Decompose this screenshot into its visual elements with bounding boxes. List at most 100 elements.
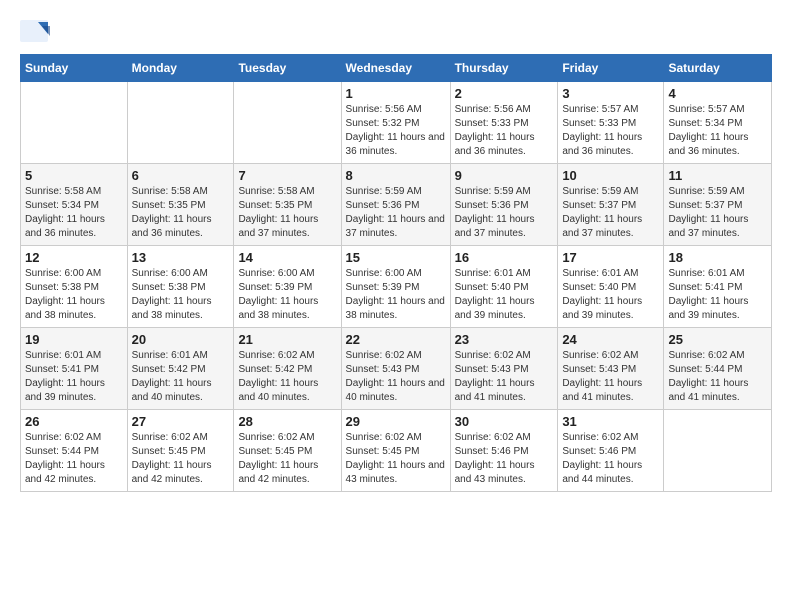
day-info-line: Sunrise: 5:57 AM (562, 103, 659, 117)
week-row-1: 1 Sunrise: 5:56 AMSunset: 5:32 PM Daylight… (21, 82, 772, 164)
day-cell: 21Sunrise: 6:02 AMSunset: 5:42 PMDayligh… (234, 328, 341, 410)
day-number: 13 (132, 250, 230, 265)
day-info-line: Daylight: 11 hours and 36 minutes. (455, 131, 554, 159)
week-row-5: 26 Sunrise: 6:02 AM Sunset: 5:44 PM Dayligh… (21, 410, 772, 492)
day-info-line: Sunrise: 5:58 AM (25, 185, 123, 199)
day-info-line: Daylight: 11 hours and 36 minutes. (668, 131, 767, 159)
day-number: 4 (668, 86, 767, 101)
day-info-line: Sunset: 5:35 PM (238, 199, 336, 213)
day-cell: 1Sunrise: 5:56 AMSunset: 5:32 PMDaylight… (341, 82, 450, 164)
day-info-line: Daylight: 11 hours and 41 minutes. (668, 377, 767, 405)
day-info-line: Sunset: 5:45 PM (238, 445, 336, 459)
day-cell: 16Sunrise: 6:01 AMSunset: 5:40 PMDayligh… (450, 246, 558, 328)
day-info-line: Sunrise: 6:02 AM (455, 431, 554, 445)
day-cell: 5Sunrise: 5:58 AMSunset: 5:34 PMDaylight… (21, 164, 128, 246)
day-info-line: Sunset: 5:45 PM (346, 445, 446, 459)
day-number: 10 (562, 168, 659, 183)
day-number: 3 (562, 86, 659, 101)
day-cell: 10 Sunrise: 5:59 AMSunset: 5:37 PMDayligh… (558, 164, 664, 246)
day-info-line: Sunrise: 5:59 AM (455, 185, 554, 199)
day-number: 25 (668, 332, 767, 347)
day-number: 11 (668, 168, 767, 183)
day-number: 21 (238, 332, 336, 347)
day-number: 31 (562, 414, 659, 429)
day-number: 19 (25, 332, 123, 347)
day-info-line: Sunrise: 6:02 AM (562, 349, 659, 363)
day-number: 8 (346, 168, 446, 183)
day-cell (21, 82, 128, 164)
day-cell (127, 82, 234, 164)
day-info-line: Sunset: 5:44 PM (25, 445, 123, 459)
day-info-line: Sunset: 5:45 PM (132, 445, 230, 459)
day-info-line: Daylight: 11 hours and 42 minutes. (238, 459, 336, 487)
week-row-4: 19Sunrise: 6:01 AMSunset: 5:41 PMDayligh… (21, 328, 772, 410)
day-info-line: Sunset: 5:39 PM (346, 281, 446, 295)
day-info-line: Sunrise: 6:02 AM (562, 431, 659, 445)
day-info-line: Sunrise: 5:56 AM (346, 103, 446, 117)
day-info-line: Sunset: 5:43 PM (562, 363, 659, 377)
week-row-3: 12Sunrise: 6:00 AMSunset: 5:38 PMDayligh… (21, 246, 772, 328)
day-number: 24 (562, 332, 659, 347)
day-cell: 19Sunrise: 6:01 AMSunset: 5:41 PMDayligh… (21, 328, 128, 410)
day-info-line: Sunset: 5:33 PM (562, 117, 659, 131)
day-number: 27 (132, 414, 230, 429)
day-cell: 17Sunrise: 6:01 AMSunset: 5:40 PMDayligh… (558, 246, 664, 328)
day-info-line: Daylight: 11 hours and 40 minutes. (132, 377, 230, 405)
day-number: 23 (455, 332, 554, 347)
day-info-line: Sunrise: 5:59 AM (562, 185, 659, 199)
day-info-line: Sunrise: 6:01 AM (455, 267, 554, 281)
day-info-line: Sunset: 5:32 PM (346, 117, 446, 131)
day-info-line: Sunset: 5:40 PM (455, 281, 554, 295)
day-number: 22 (346, 332, 446, 347)
day-info-line: Daylight: 11 hours and 40 minutes. (238, 377, 336, 405)
weekday-header-row: SundayMondayTuesdayWednesdayThursdayFrid… (21, 55, 772, 82)
day-info-line: Daylight: 11 hours and 43 minutes. (346, 459, 446, 487)
day-number: 2 (455, 86, 554, 101)
day-info-line: Sunset: 5:37 PM (562, 199, 659, 213)
day-number: 14 (238, 250, 336, 265)
day-info-line: Sunrise: 6:01 AM (25, 349, 123, 363)
day-info-line: Sunset: 5:36 PM (455, 199, 554, 213)
day-info-line: Daylight: 11 hours and 37 minutes. (455, 213, 554, 241)
day-info-line: Daylight: 11 hours and 37 minutes. (238, 213, 336, 241)
day-info-line: Sunrise: 6:00 AM (25, 267, 123, 281)
day-info-line: Daylight: 11 hours and 39 minutes. (25, 377, 123, 405)
day-number: 29 (346, 414, 446, 429)
day-cell: 11Sunrise: 5:59 AMSunset: 5:37 PMDayligh… (664, 164, 772, 246)
day-info-line: Daylight: 11 hours and 43 minutes. (455, 459, 554, 487)
day-cell: 22Sunrise: 6:02 AMSunset: 5:43 PMDayligh… (341, 328, 450, 410)
logo-icon (20, 20, 50, 44)
day-cell: 3 Sunrise: 5:57 AMSunset: 5:33 PMDaylight… (558, 82, 664, 164)
day-cell: 4Sunrise: 5:57 AMSunset: 5:34 PMDaylight… (664, 82, 772, 164)
day-cell: 18Sunrise: 6:01 AMSunset: 5:41 PMDayligh… (664, 246, 772, 328)
day-info-line: Sunrise: 6:00 AM (346, 267, 446, 281)
day-number: 1 (346, 86, 446, 101)
day-info-line: Sunset: 5:34 PM (25, 199, 123, 213)
day-info-line: Sunset: 5:46 PM (455, 445, 554, 459)
day-cell: 8Sunrise: 5:59 AMSunset: 5:36 PMDaylight… (341, 164, 450, 246)
day-info-line: Daylight: 11 hours and 37 minutes. (562, 213, 659, 241)
weekday-header-thursday: Thursday (450, 55, 558, 82)
weekday-header-wednesday: Wednesday (341, 55, 450, 82)
day-info-line: Daylight: 11 hours and 44 minutes. (562, 459, 659, 487)
day-info-line: Sunset: 5:34 PM (668, 117, 767, 131)
day-info-line: Daylight: 11 hours and 36 minutes. (562, 131, 659, 159)
day-number: 15 (346, 250, 446, 265)
day-number: 5 (25, 168, 123, 183)
day-info-line: Sunrise: 5:59 AM (346, 185, 446, 199)
day-info-line: Sunset: 5:43 PM (455, 363, 554, 377)
day-number: 26 (25, 414, 123, 429)
day-number: 16 (455, 250, 554, 265)
day-info-line: Daylight: 11 hours and 40 minutes. (346, 377, 446, 405)
day-info-line: Sunrise: 6:00 AM (238, 267, 336, 281)
day-info-line: Sunrise: 5:58 AM (238, 185, 336, 199)
weekday-header-friday: Friday (558, 55, 664, 82)
day-info-line: Sunrise: 6:02 AM (668, 349, 767, 363)
day-cell: 31Sunrise: 6:02 AMSunset: 5:46 PMDayligh… (558, 410, 664, 492)
day-info-line: Daylight: 11 hours and 41 minutes. (562, 377, 659, 405)
day-cell: 20Sunrise: 6:01 AMSunset: 5:42 PMDayligh… (127, 328, 234, 410)
weekday-header-sunday: Sunday (21, 55, 128, 82)
day-info-line: Sunset: 5:44 PM (668, 363, 767, 377)
day-cell: 6Sunrise: 5:58 AMSunset: 5:35 PMDaylight… (127, 164, 234, 246)
day-cell: 25 Sunrise: 6:02 AMSunset: 5:44 PMDayligh… (664, 328, 772, 410)
